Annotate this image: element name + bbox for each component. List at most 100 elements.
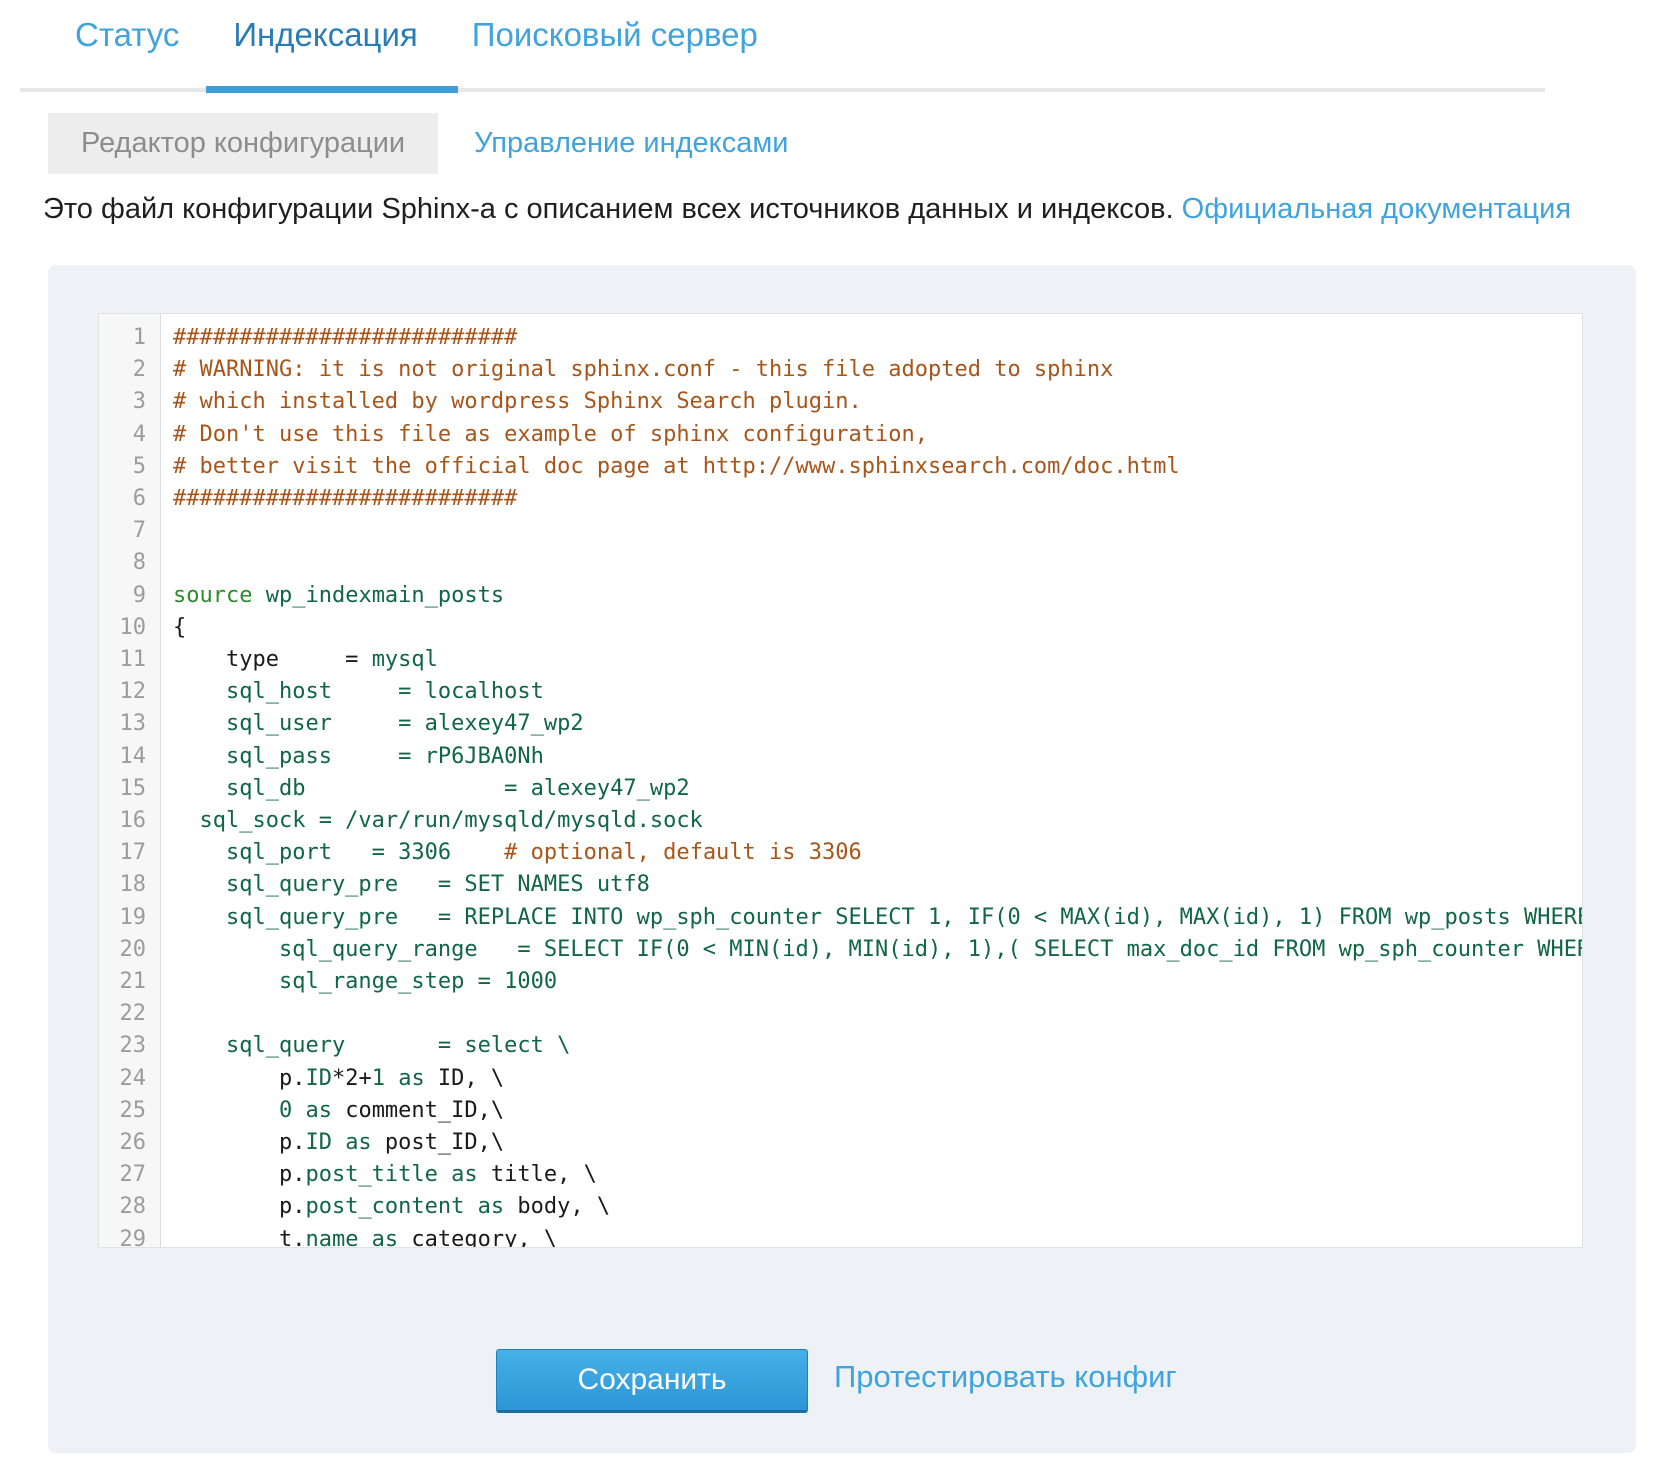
editor-gutter: 1234567891011121314151617181920212223242… <box>99 314 161 1247</box>
code-token: ID, \ <box>425 1066 504 1091</box>
code-token: ID <box>305 1066 332 1091</box>
code-token: source <box>173 583 252 608</box>
code-token: wp_indexmain_posts <box>252 583 504 608</box>
code-line[interactable]: type = mysql <box>173 644 1582 676</box>
line-number: 26 <box>99 1127 160 1159</box>
code-line[interactable] <box>173 998 1582 1030</box>
code-line[interactable]: ########################## <box>173 483 1582 515</box>
subtab-index-management[interactable]: Управление индексами <box>474 127 788 160</box>
code-line[interactable]: sql_pass = rP6JBA0Nh <box>173 741 1582 773</box>
code-token: post_ID,\ <box>372 1130 504 1155</box>
code-line[interactable]: sql_range_step = 1000 <box>173 966 1582 998</box>
code-line[interactable]: sql_host = localhost <box>173 676 1582 708</box>
save-button[interactable]: Сохранить <box>496 1349 808 1413</box>
config-panel: 1234567891011121314151617181920212223242… <box>48 265 1636 1453</box>
code-line[interactable]: # which installed by wordpress Sphinx Se… <box>173 386 1582 418</box>
code-line[interactable]: ########################## <box>173 322 1582 354</box>
code-token: sql_host = localhost <box>173 679 544 704</box>
documentation-link[interactable]: Официальная документация <box>1182 193 1571 225</box>
line-number: 29 <box>99 1224 160 1248</box>
description-text: Это файл конфигурации Sphinx-а с описани… <box>43 193 1174 225</box>
code-token: sql_query_pre = REPLACE INTO wp_sph_coun… <box>173 905 1582 930</box>
code-token: name as <box>305 1227 398 1247</box>
subtab-config-editor[interactable]: Редактор конфигурации <box>48 113 438 174</box>
code-line[interactable]: source wp_indexmain_posts <box>173 580 1582 612</box>
code-line[interactable]: sql_port = 3306 # optional, default is 3… <box>173 837 1582 869</box>
line-number: 8 <box>99 547 160 579</box>
code-token: sql_query_range = SELECT IF(0 < MIN(id),… <box>173 937 1582 962</box>
code-token: # optional, default is 3306 <box>451 840 862 865</box>
code-token: # which installed by wordpress Sphinx Se… <box>173 389 862 414</box>
code-line[interactable]: p.post_content as body, \ <box>173 1191 1582 1223</box>
description: Это файл конфигурации Sphinx-а с описани… <box>43 193 1571 226</box>
code-line[interactable] <box>173 547 1582 579</box>
line-number: 17 <box>99 837 160 869</box>
code-line[interactable]: # better visit the official doc page at … <box>173 451 1582 483</box>
tab-search-server[interactable]: Поисковый сервер <box>472 16 758 54</box>
code-token: # Don't use this file as example of sphi… <box>173 422 928 447</box>
code-line[interactable]: sql_query_pre = REPLACE INTO wp_sph_coun… <box>173 902 1582 934</box>
code-token: type = <box>173 647 372 672</box>
line-number: 5 <box>99 451 160 483</box>
line-number: 16 <box>99 805 160 837</box>
line-number: 21 <box>99 966 160 998</box>
code-token: sql_pass = rP6JBA0Nh <box>173 744 544 769</box>
code-token: p. <box>173 1066 305 1091</box>
code-token: sql_range_step = 1000 <box>173 969 557 994</box>
code-line[interactable]: p.ID as post_ID,\ <box>173 1127 1582 1159</box>
line-number: 12 <box>99 676 160 708</box>
code-line[interactable]: # Don't use this file as example of sphi… <box>173 419 1582 451</box>
config-editor[interactable]: 1234567891011121314151617181920212223242… <box>98 313 1583 1248</box>
code-token: post_title as <box>305 1162 477 1187</box>
code-line[interactable]: sql_query = select \ <box>173 1030 1582 1062</box>
code-line[interactable]: t.name as category, \ <box>173 1224 1582 1247</box>
code-token: sql_user = alexey47_wp2 <box>173 711 584 736</box>
test-config-link[interactable]: Протестировать конфиг <box>834 1359 1177 1395</box>
line-number: 20 <box>99 934 160 966</box>
code-token: ID as <box>305 1130 371 1155</box>
code-line[interactable]: 0 as comment_ID,\ <box>173 1095 1582 1127</box>
code-token: 1 as <box>372 1066 425 1091</box>
code-line[interactable]: p.ID*2+1 as ID, \ <box>173 1063 1582 1095</box>
code-token: # WARNING: it is not original sphinx.con… <box>173 357 1113 382</box>
code-line[interactable]: p.post_title as title, \ <box>173 1159 1582 1191</box>
code-token: mysql <box>372 647 438 672</box>
code-line[interactable]: sql_sock = /var/run/mysqld/mysqld.sock <box>173 805 1582 837</box>
code-line[interactable]: sql_db = alexey47_wp2 <box>173 773 1582 805</box>
code-token: title, \ <box>478 1162 597 1187</box>
code-token: body, \ <box>504 1194 610 1219</box>
tab-status[interactable]: Статус <box>75 16 179 54</box>
code-token: category, \ <box>398 1227 557 1247</box>
line-number: 23 <box>99 1030 160 1062</box>
code-line[interactable]: sql_query_pre = SET NAMES utf8 <box>173 869 1582 901</box>
line-number: 22 <box>99 998 160 1030</box>
code-line[interactable]: { <box>173 612 1582 644</box>
line-number: 18 <box>99 869 160 901</box>
code-line[interactable] <box>173 515 1582 547</box>
editor-code[interactable]: ########################## # WARNING: it … <box>161 314 1582 1247</box>
code-line[interactable]: sql_user = alexey47_wp2 <box>173 708 1582 740</box>
line-number: 2 <box>99 354 160 386</box>
line-number: 13 <box>99 708 160 740</box>
code-token: ########################## <box>173 325 517 350</box>
code-token: p. <box>173 1194 305 1219</box>
code-line[interactable]: sql_query_range = SELECT IF(0 < MIN(id),… <box>173 934 1582 966</box>
line-number: 1 <box>99 322 160 354</box>
code-token: p. <box>173 1130 305 1155</box>
code-token: # better visit the official doc page at … <box>173 454 1180 479</box>
code-token: p. <box>173 1162 305 1187</box>
code-token: ########################## <box>173 486 517 511</box>
code-line[interactable]: # WARNING: it is not original sphinx.con… <box>173 354 1582 386</box>
line-number: 28 <box>99 1191 160 1223</box>
line-number: 9 <box>99 580 160 612</box>
line-number: 24 <box>99 1063 160 1095</box>
line-number: 11 <box>99 644 160 676</box>
tab-indexing[interactable]: Индексация <box>233 16 417 54</box>
line-number: 19 <box>99 902 160 934</box>
sub-tabs: Редактор конфигурации Управление индекса… <box>48 113 788 174</box>
line-number: 3 <box>99 386 160 418</box>
code-token: sql_port = 3306 <box>173 840 451 865</box>
code-token: 0 as <box>279 1098 332 1123</box>
line-number: 10 <box>99 612 160 644</box>
code-token: t. <box>173 1227 305 1247</box>
